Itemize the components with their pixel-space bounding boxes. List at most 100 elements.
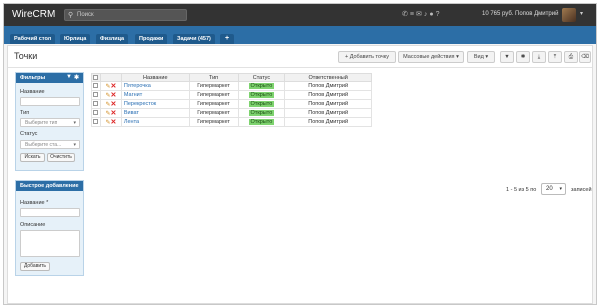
status-badge: Открыто [248,101,275,107]
row-checkbox[interactable] [91,99,101,109]
tab-sales[interactable]: Продажи [135,34,168,44]
point-name-link[interactable]: Пятерочка [120,81,190,91]
row-actions: ✎✕ [99,81,122,91]
tab-tasks[interactable]: Задачи (457) [173,34,215,44]
print-icon[interactable]: ⎙ [564,51,578,63]
tab-persons[interactable]: Физлица [96,34,129,44]
app-window: WireCRM ⚲ Поиск ✆≡✉♪●? 10 765 руб. Попов… [3,3,597,305]
type-label: Тип [20,110,30,116]
row-checkbox[interactable] [91,117,101,127]
delete-icon[interactable]: ✕ [111,110,117,117]
table-row: ✎✕ Магнит Гипермаркет Открыто Попов Дмит… [91,90,372,100]
row-actions: ✎✕ [99,117,122,127]
gear-icon[interactable]: ✱ [74,74,79,81]
quick-name-input[interactable] [20,208,80,217]
table-row: ✎✕ Виват Гипермаркет Открыто Попов Дмитр… [91,108,372,118]
col-owner[interactable]: Ответственный [284,73,372,82]
point-name-link[interactable]: Магнит [120,90,190,100]
mass-actions-dropdown[interactable]: Массовые действия ▾ [398,51,464,63]
status-cell: Открыто [237,99,286,109]
filter-icon[interactable]: ▼ [66,74,72,80]
clear-button[interactable]: Очистить [47,153,75,162]
main-content: Точки + Добавить точку Массовые действия… [7,45,593,304]
type-select[interactable]: Выберите тип ▾ [20,118,80,127]
row-checkbox[interactable] [91,108,101,118]
tab-add[interactable]: + [220,34,235,44]
name-label: Название [20,89,45,95]
delete-icon[interactable]: ✕ [111,83,117,90]
mail-icon[interactable]: ✉ [416,11,424,18]
row-actions: ✎✕ [99,99,122,109]
help-icon[interactable]: ? [436,11,442,18]
user-name[interactable]: Попов Дмитрий [515,11,558,17]
quick-add-header: Быстрое добавление [16,181,83,191]
quick-desc-label: Описание [20,222,46,228]
status-badge: Открыто [248,110,275,116]
gear-icon[interactable]: ✱ [516,51,530,63]
add-point-button[interactable]: + Добавить точку [338,51,396,63]
point-name-link[interactable]: Перекресток [120,99,190,109]
balance: 10 765 руб. [482,11,514,17]
page-title: Точки [14,51,38,61]
col-status[interactable]: Статус [237,73,286,82]
status-cell: Открыто [237,81,286,91]
pagination-suffix: записей [571,187,592,193]
status-badge: Открыто [248,92,275,98]
row-checkbox[interactable] [91,81,101,91]
trash-icon[interactable]: ⌫ [579,51,591,63]
chevron-down-icon: ▾ [456,54,459,60]
col-name[interactable]: Название [120,73,190,82]
col-type[interactable]: Тип [188,73,239,82]
chevron-down-icon: ▾ [73,142,76,148]
chevron-down-icon: ▾ [559,186,562,192]
delete-icon[interactable]: ✕ [111,101,117,108]
top-icons: ✆≡✉♪●? [402,10,441,18]
filter-icon[interactable]: ▼ [500,51,514,63]
search-placeholder: Поиск [77,12,94,18]
row-checkbox[interactable] [91,90,101,100]
point-name-link[interactable]: Лента [120,117,190,127]
tab-desktop[interactable]: Рабочий стол [10,34,56,44]
table-header-row: Название Тип Статус Ответственный [91,73,372,82]
avatar[interactable] [562,8,576,22]
point-type: Гипермаркет [188,90,239,100]
delete-icon[interactable]: ✕ [111,119,117,126]
search-icon: ⚲ [68,12,74,19]
quick-add-button[interactable]: Добавить [20,262,50,271]
owner: Попов Дмитрий [284,117,372,127]
chevron-down-icon: ▾ [485,54,489,60]
point-name-link[interactable]: Виват [120,108,190,118]
app-logo[interactable]: WireCRM [12,9,55,20]
status-cell: Открыто [237,117,286,127]
points-table: Название Тип Статус Ответственный ✎✕ Пят… [91,73,372,127]
filters-panel: Фильтры ▼ ✱ Название Тип Выберите тип ▾ … [15,72,84,171]
tab-companies[interactable]: Юрлица [60,34,91,44]
status-label: Статус [20,131,38,137]
delete-icon[interactable]: ✕ [111,92,117,99]
upload-icon[interactable]: ⤒ [548,51,562,63]
quick-name-label: Название * [20,200,49,206]
view-dropdown[interactable]: Вид ▾ [467,51,495,63]
pagination-range: 1 - 5 из 5 по [506,187,537,193]
search-input[interactable]: ⚲ Поиск [64,9,187,21]
chevron-down-icon[interactable]: ▾ [580,10,583,17]
owner: Попов Дмитрий [284,99,372,109]
owner: Попов Дмитрий [284,90,372,100]
phone-icon[interactable]: ✆ [402,11,410,18]
table-row: ✎✕ Пятерочка Гипермаркет Открыто Попов Д… [91,81,372,91]
actions-header [99,73,122,82]
quick-add-panel: Быстрое добавление Название * Описание Д… [15,180,84,276]
search-button[interactable]: Искать [20,153,45,162]
per-page-select[interactable]: 20 ▾ [541,183,566,195]
name-filter-input[interactable] [20,97,80,106]
status-badge: Открыто [248,83,275,89]
quick-desc-textarea[interactable] [20,230,80,257]
select-all-checkbox[interactable] [91,73,101,82]
point-type: Гипермаркет [188,117,239,127]
status-badge: Открыто [248,119,275,125]
status-select[interactable]: Выберите ста... ▾ [20,140,80,149]
point-type: Гипермаркет [188,108,239,118]
download-icon[interactable]: ⤓ [532,51,546,63]
divider [8,67,592,68]
table-row: ✎✕ Перекресток Гипермаркет Открыто Попов… [91,99,372,109]
